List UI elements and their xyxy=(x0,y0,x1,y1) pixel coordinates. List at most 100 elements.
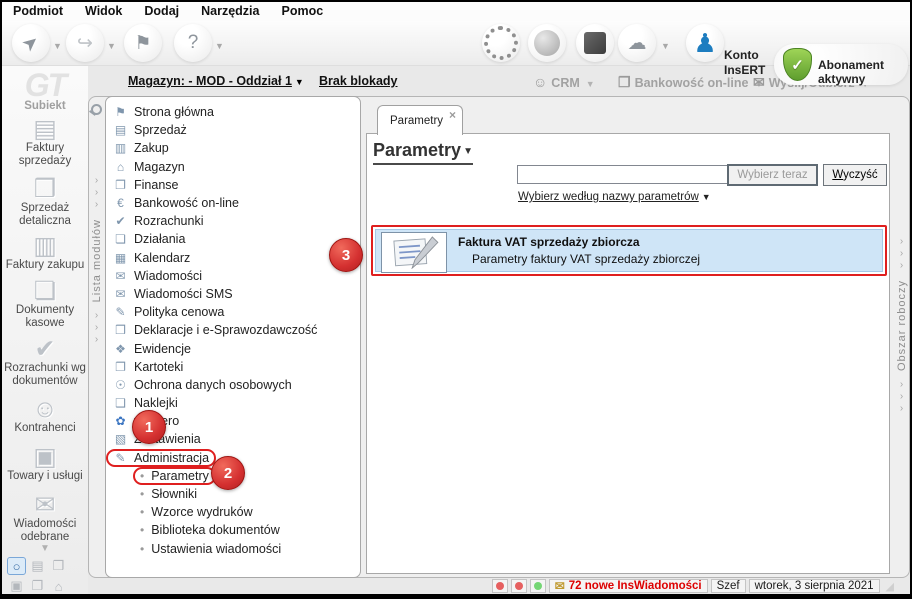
mini-basket-icon[interactable]: ❒ xyxy=(49,557,68,575)
mini-house-icon[interactable]: ⌂ xyxy=(49,577,68,595)
chevron-down-icon[interactable]: ▼ xyxy=(661,41,670,51)
tree-item-strona-glowna[interactable]: ⚑ Strona główna xyxy=(106,103,360,121)
wiadomosci-odebrane-icon: ✉ xyxy=(34,491,56,519)
tree-item-dzialania[interactable]: ❏ Działania xyxy=(106,230,360,248)
tree-item-sprzedaz[interactable]: ▤ Sprzedaż xyxy=(106,121,360,139)
cloud-database-icon: ☁ xyxy=(627,32,647,54)
ins-wiadomosci-cell[interactable]: ✉ 72 nowe InsWiadomości xyxy=(548,579,708,593)
chevron-down-icon[interactable]: ▼ xyxy=(107,41,116,51)
more-modules-chevron[interactable]: ▼ xyxy=(2,543,88,554)
tree-item-magazyn[interactable]: ⌂ Magazyn xyxy=(106,158,360,176)
sidebar-module-rozrachunki-wg-dokumentow[interactable]: ✔ Rozrachunki wg dokumentów xyxy=(2,336,88,388)
sidebar-module-wiadomosci-odebrane[interactable]: ✉ Wiadomości odebrane xyxy=(2,492,88,544)
sidebar-module-faktury-sprzedazy[interactable]: ▤ Faktury sprzedaży xyxy=(2,116,88,168)
tab-parametry[interactable]: Parametry × xyxy=(377,105,463,135)
module-label: Rozrachunki wg dokumentów xyxy=(4,362,86,387)
resize-grip-icon[interactable]: ◢ xyxy=(886,580,894,593)
tree-item-biblioteka-dokumentow[interactable]: • Biblioteka dokumentów xyxy=(106,521,360,539)
close-icon[interactable]: × xyxy=(449,108,456,122)
tree-item-label: Bankowość on-line xyxy=(134,196,239,211)
obszar-roboczy-label: Obszar roboczy xyxy=(895,280,908,372)
sidebar-module-towary-i-uslugi[interactable]: ▣ Towary i usługi xyxy=(2,444,88,483)
lista-modulow-label: Lista modułów xyxy=(90,219,103,303)
tree-item-finanse[interactable]: ❐ Finanse xyxy=(106,176,360,194)
person-icon: ☺ xyxy=(533,74,548,90)
bullet-icon: • xyxy=(140,487,145,502)
parametry-panel: Parametry ▼ Wybierz teraz Wyczyść Wybierz… xyxy=(366,133,890,574)
tree-item-label: Naklejki xyxy=(134,396,178,411)
tree-item-label: Sprzedaż xyxy=(134,123,187,138)
tree-item-wiadomosci[interactable]: ✉ Wiadomości xyxy=(106,267,360,285)
cloud-database-button[interactable]: ☁ xyxy=(618,24,656,62)
tree-item-wzorce-wydrukow[interactable]: • Wzorce wydruków xyxy=(106,503,360,521)
module-label: Faktury zakupu xyxy=(5,259,85,271)
tree-item-kartoteki[interactable]: ❐ Kartoteki xyxy=(106,358,360,376)
module-cube-button[interactable] xyxy=(576,24,614,62)
filter-by-name-link[interactable]: Wybierz według nazwy parametrów ▼ xyxy=(518,191,711,203)
tree-item-polityka-cenowa[interactable]: ✎ Polityka cenowa xyxy=(106,303,360,321)
tree-item-ochrona-danych-osobowych[interactable]: ☉ Ochrona danych osobowych xyxy=(106,376,360,394)
module-label: Faktury sprzedaży xyxy=(18,142,72,167)
messages-icon: ✉ xyxy=(115,268,126,283)
konto-insert-button[interactable]: ♟ xyxy=(686,24,724,62)
status-dot-cell[interactable] xyxy=(491,579,508,593)
status-bar: ✉ 72 nowe InsWiadomości Szef wtorek, 3 s… xyxy=(88,578,908,594)
konto-insert-label[interactable]: Konto InsERT xyxy=(724,48,765,78)
module-label: Towary i usługi xyxy=(7,470,83,482)
search-input[interactable] xyxy=(517,165,728,184)
page-title[interactable]: Parametry ▼ xyxy=(373,140,473,165)
lista-modulow-strip[interactable]: › › › Lista modułów › › › xyxy=(88,96,105,578)
nav-arrow-button[interactable]: ➤ xyxy=(12,24,50,62)
tree-item-bankowosc-on-line[interactable]: € Bankowość on-line xyxy=(106,194,360,212)
menu-item-pomoc[interactable]: Pomoc xyxy=(270,2,334,20)
tree-item-naklejki[interactable]: ❑ Naklejki xyxy=(106,394,360,412)
sidebar-module-faktury-zakupu[interactable]: ▥ Faktury zakupu xyxy=(2,233,88,272)
magazyn-selector[interactable]: Magazyn: - MOD - Oddział 1 ▼ xyxy=(128,74,304,88)
bullet-icon: • xyxy=(140,505,145,520)
pin-icon[interactable] xyxy=(91,104,102,115)
flag-button[interactable]: ⚑ xyxy=(124,24,162,62)
annotation-step-3: 3 xyxy=(329,238,363,272)
wybierz-teraz-button[interactable]: Wybierz teraz xyxy=(727,164,818,186)
result-subtitle: Parametry faktury VAT sprzedaży zbiorcze… xyxy=(472,252,701,266)
chevron-down-icon[interactable]: ▼ xyxy=(53,41,62,51)
administration-icon: ✎ xyxy=(115,450,126,465)
tree-item-label: Biblioteka dokumentów xyxy=(151,523,280,538)
mini-coins-icon[interactable]: ▤ xyxy=(28,557,47,575)
home-flag-icon: ⚑ xyxy=(115,105,126,120)
result-row[interactable]: Faktura VAT sprzedaży zbiorcza Parametry… xyxy=(375,229,883,273)
tree-item-kalendarz[interactable]: ▦ Kalendarz xyxy=(106,249,360,267)
mini-circle-icon[interactable]: ○ xyxy=(7,557,26,575)
wyczysc-button[interactable]: Wyczyść xyxy=(823,164,887,186)
status-dot-cell[interactable] xyxy=(529,579,546,593)
chevron-down-icon[interactable]: ▼ xyxy=(215,41,224,51)
mini-box-icon[interactable]: ▣ xyxy=(7,577,26,595)
tree-item-rozrachunki[interactable]: ✔ Rozrachunki xyxy=(106,212,360,230)
send-arrow-button[interactable]: ↪ xyxy=(66,24,104,62)
sidebar-module-sprzedaz-detaliczna[interactable]: ❒ Sprzedaż detaliczna xyxy=(2,176,88,228)
menu-item-widok[interactable]: Widok xyxy=(74,2,133,20)
tree-item-ustawienia-wiadomosci[interactable]: • Ustawienia wiadomości xyxy=(106,540,360,558)
menu-item-podmiot[interactable]: Podmiot xyxy=(2,2,74,20)
chevron-down-icon: ▼ xyxy=(294,77,304,87)
sidebar-module-kontrahenci[interactable]: ☺ Kontrahenci xyxy=(2,396,88,435)
menu-item-narzdzia[interactable]: Narzędzia xyxy=(190,2,270,20)
abonament-label: Abonament aktywny xyxy=(818,58,884,86)
tree-item-zakup[interactable]: ▥ Zakup xyxy=(106,139,360,157)
sidebar-module-dokumenty-kasowe[interactable]: ❏ Dokumenty kasowe xyxy=(2,278,88,330)
online-services-button[interactable] xyxy=(528,24,566,62)
brak-blokady-link[interactable]: Brak blokady xyxy=(319,74,398,88)
mini-package-icon[interactable]: ❐ xyxy=(28,577,47,595)
obszar-roboczy-strip[interactable]: › › › Obszar roboczy › › › xyxy=(893,96,910,578)
result-title: Faktura VAT sprzedaży zbiorcza xyxy=(458,235,640,249)
sync-button[interactable] xyxy=(482,24,520,62)
tree-item-label: Ewidencje xyxy=(134,341,191,356)
menu-item-dodaj[interactable]: Dodaj xyxy=(133,2,190,20)
tree-item-ewidencje[interactable]: ❖ Ewidencje xyxy=(106,339,360,357)
status-dot-cell[interactable] xyxy=(510,579,527,593)
crm-dropdown[interactable]: ☺ CRM ▼ xyxy=(533,74,595,90)
help-bubble-button[interactable]: ? xyxy=(174,24,212,62)
module-tree-list: ⚑ Strona główna ▤ Sprzedaż ▥ Zakup ⌂ Magazyn ❐ Fi… xyxy=(106,103,360,558)
tree-item-wiadomosci-sms[interactable]: ✉ Wiadomości SMS xyxy=(106,285,360,303)
tree-item-deklaracje[interactable]: ❒ Deklaracje i e-Sprawozdawczość xyxy=(106,321,360,339)
